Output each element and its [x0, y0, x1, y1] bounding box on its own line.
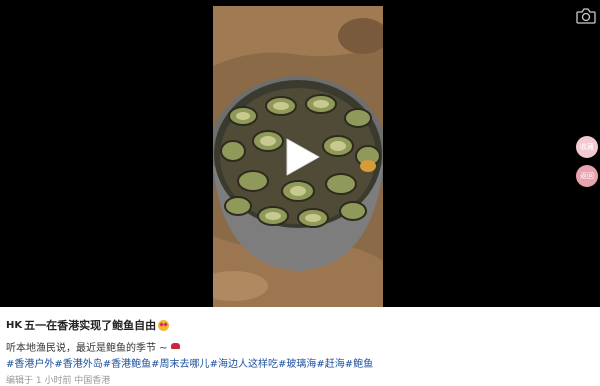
play-icon [286, 138, 320, 176]
tag-item[interactable]: #香港鲍鱼 [103, 355, 151, 370]
tag-item[interactable]: #香港户外 [6, 355, 54, 370]
hk-badge: HK [6, 319, 23, 331]
post-title: 五一在香港实现了鲍鱼自由 [24, 319, 157, 332]
post-title-line: HK 五一在香港实现了鲍鱼自由 [6, 316, 596, 334]
post-description: 听本地渔民说，最近是鲍鱼的季节 ~ [6, 342, 168, 354]
back-button[interactable]: 返回 [576, 165, 598, 187]
tag-item[interactable]: #玻璃海 [278, 355, 316, 370]
car-icon [170, 343, 180, 349]
back-button-label: 返回 [580, 171, 594, 180]
post-description-line: 听本地渔民说，最近是鲍鱼的季节 ~ [6, 339, 596, 354]
collect-button[interactable]: 收藏 [576, 136, 598, 158]
tag-item[interactable]: #赶海 [316, 355, 344, 370]
post-meta: 编辑于 1 小时前 中国香港 [6, 376, 111, 386]
tag-item[interactable]: #海边人这样吃 [210, 355, 278, 370]
collect-button-label: 收藏 [580, 142, 594, 151]
tag-item[interactable]: #香港外岛 [54, 355, 102, 370]
tag-list: #香港户外 #香港外岛 #香港鲍鱼 #周末去哪儿 #海边人这样吃 #玻璃海 #赶… [6, 355, 596, 370]
smiling-face-heart-eyes-icon [158, 319, 170, 331]
post-content: HK 五一在香港实现了鲍鱼自由 听本地渔民说，最近是鲍鱼的季节 ~ #香港户外 … [6, 316, 596, 386]
tag-item[interactable]: #周末去哪儿 [151, 355, 209, 370]
camera-icon[interactable] [576, 8, 596, 24]
play-button[interactable] [283, 137, 321, 177]
video-player[interactable]: 收藏 返回 [0, 0, 600, 307]
tag-item[interactable]: #鲍鱼 [345, 355, 373, 370]
